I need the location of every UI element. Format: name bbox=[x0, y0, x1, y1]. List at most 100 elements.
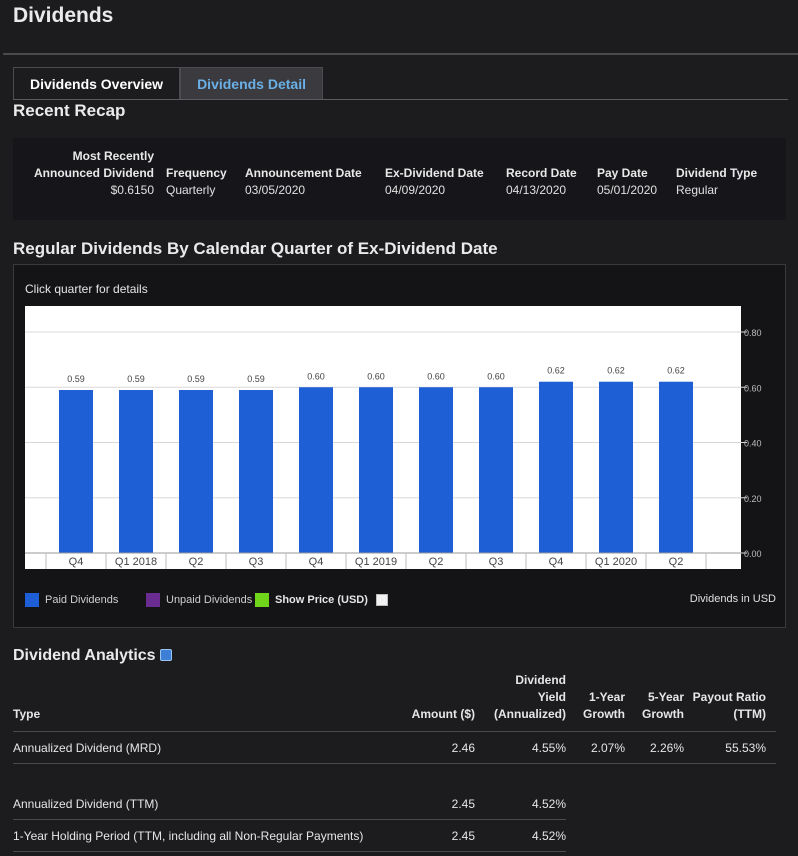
recap-label: Ex-Dividend Date bbox=[385, 166, 484, 180]
recap-col-frequency: Frequency Quarterly bbox=[166, 165, 227, 199]
legend-show-price[interactable]: Show Price (USD) bbox=[255, 593, 388, 607]
header-line: Dividend bbox=[515, 673, 566, 687]
y-tick-label: 0.80 bbox=[744, 328, 762, 338]
table-row: 1-Year Holding Period (TTM, including al… bbox=[13, 819, 776, 852]
page-title: Dividends bbox=[13, 4, 114, 27]
data-label: 0.62 bbox=[547, 366, 565, 376]
bar bbox=[479, 387, 513, 553]
cell-type: Annualized Dividend (MRD) bbox=[13, 731, 408, 764]
bar bbox=[419, 387, 453, 553]
dividend-bar-chart: 0.80 0.60 0.40 0.20 0.00 0.59 0.59 0.59 0.59 0.60… bbox=[25, 306, 762, 569]
dividend-analytics-heading: Dividend Analytics bbox=[13, 647, 172, 665]
x-tick-label: Q4 bbox=[309, 556, 324, 568]
bar bbox=[299, 387, 333, 553]
y-tick-label: 0.60 bbox=[744, 383, 762, 393]
paid-dividends-swatch bbox=[25, 593, 39, 607]
header-line: Payout Ratio bbox=[692, 690, 766, 704]
x-tick-label: Q3 bbox=[489, 556, 504, 568]
cell-5yr-growth: 2.26% bbox=[625, 731, 684, 764]
recap-value: 04/13/2020 bbox=[506, 183, 567, 197]
tab-divider bbox=[13, 99, 788, 100]
data-label: 0.59 bbox=[127, 374, 145, 384]
analytics-title-text: Dividend Analytics bbox=[13, 647, 156, 664]
cell-amount: 2.46 bbox=[408, 731, 475, 764]
chart-section-heading: Regular Dividends By Calendar Quarter of… bbox=[13, 239, 498, 258]
header-line: 1-Year bbox=[588, 690, 625, 704]
bar bbox=[179, 390, 213, 553]
cell-payout-ratio: 55.53% bbox=[684, 731, 776, 764]
cell-type: 1-Year Holding Period (TTM, including al… bbox=[13, 819, 408, 852]
header-line: Growth bbox=[583, 707, 625, 721]
data-label: 0.59 bbox=[67, 374, 85, 384]
legend-unpaid-dividends[interactable]: Unpaid Dividends bbox=[146, 593, 252, 607]
data-label: 0.60 bbox=[307, 371, 325, 381]
header-line: Amount ($) bbox=[411, 707, 475, 721]
bar bbox=[359, 387, 393, 553]
show-price-checkbox[interactable] bbox=[375, 594, 388, 606]
cell-amount: 2.45 bbox=[408, 788, 475, 820]
x-tick-label: Q4 bbox=[549, 556, 564, 568]
table-row: Annualized Dividend (TTM) 2.45 4.52% bbox=[13, 788, 776, 820]
legend-label: Paid Dividends bbox=[45, 594, 119, 606]
header-line: Yield bbox=[537, 690, 566, 704]
recap-value: Quarterly bbox=[166, 183, 216, 197]
recent-recap-heading: Recent Recap bbox=[13, 101, 126, 120]
info-icon[interactable] bbox=[159, 648, 172, 661]
legend-paid-dividends[interactable]: Paid Dividends bbox=[25, 593, 118, 607]
table-header-row: Type Amount ($) Dividend Yield (Annualiz… bbox=[13, 672, 776, 732]
show-price-swatch bbox=[255, 593, 269, 607]
recap-col-announcement-date: Announcement Date 03/05/2020 bbox=[245, 165, 362, 199]
cell-amount: 2.45 bbox=[408, 819, 475, 852]
recap-value: $0.6150 bbox=[110, 183, 154, 197]
bar bbox=[239, 390, 273, 553]
data-label: 0.59 bbox=[187, 374, 205, 384]
tab-dividends-detail[interactable]: Dividends Detail bbox=[180, 67, 323, 99]
cell-type: Annualized Dividend (TTM) bbox=[13, 788, 408, 820]
tab-dividends-overview[interactable]: Dividends Overview bbox=[13, 67, 181, 99]
recap-label: Most Recently bbox=[72, 149, 154, 163]
currency-note: Dividends in USD bbox=[689, 593, 776, 605]
recap-col-ex-dividend-date: Ex-Dividend Date 04/09/2020 bbox=[385, 165, 484, 199]
legend-label: Show Price (USD) bbox=[275, 594, 368, 606]
data-label: 0.60 bbox=[367, 371, 385, 381]
title-divider bbox=[3, 53, 798, 55]
recap-label: Frequency bbox=[166, 166, 227, 180]
data-label: 0.60 bbox=[487, 371, 505, 381]
x-tick-label: Q1 2019 bbox=[355, 556, 397, 568]
header-line: Type bbox=[13, 707, 41, 721]
col-header-payout-ratio: Payout Ratio (TTM) bbox=[684, 672, 776, 732]
recap-label: Announcement Date bbox=[245, 166, 362, 180]
tab-bar: Dividends Overview Dividends Detail bbox=[13, 67, 323, 99]
cell-yield: 4.52% bbox=[475, 788, 566, 820]
header-line: (Annualized) bbox=[494, 707, 566, 721]
recap-label: Record Date bbox=[506, 166, 577, 180]
recap-label: Pay Date bbox=[597, 166, 648, 180]
bar bbox=[59, 390, 93, 553]
dividend-chart-panel: Click quarter for details 0.80 0.60 0.40 0.… bbox=[13, 264, 786, 628]
dividend-analytics-table: Type Amount ($) Dividend Yield (Annualiz… bbox=[13, 672, 776, 852]
y-tick-label: 0.20 bbox=[744, 494, 762, 504]
cell-yield: 4.52% bbox=[475, 819, 566, 852]
col-header-type: Type bbox=[13, 672, 408, 732]
y-tick-label: 0.40 bbox=[744, 439, 762, 449]
x-tick-label: Q1 2018 bbox=[115, 556, 157, 568]
y-tick-label: 0.00 bbox=[744, 549, 762, 559]
table-spacer-row bbox=[13, 763, 776, 788]
x-tick-label: Q4 bbox=[69, 556, 84, 568]
col-header-amount: Amount ($) bbox=[408, 672, 475, 732]
legend-label: Unpaid Dividends bbox=[166, 594, 253, 606]
x-tick-label: Q1 2020 bbox=[595, 556, 637, 568]
x-tick-label: Q2 bbox=[189, 556, 204, 568]
header-line: (TTM) bbox=[733, 707, 766, 721]
header-line: Growth bbox=[642, 707, 684, 721]
unpaid-dividends-swatch bbox=[146, 593, 160, 607]
recap-col-dividend-type: Dividend Type Regular bbox=[676, 165, 757, 199]
x-tick-label: Q2 bbox=[669, 556, 684, 568]
header-line: 5-Year bbox=[647, 690, 684, 704]
col-header-5yr-growth: 5-Year Growth bbox=[625, 672, 684, 732]
recap-col-announced-dividend: Most Recently Announced Dividend $0.6150 bbox=[34, 148, 154, 199]
recap-value: 05/01/2020 bbox=[597, 183, 658, 197]
data-label: 0.62 bbox=[667, 366, 685, 376]
recap-value: 04/09/2020 bbox=[385, 183, 446, 197]
bar bbox=[659, 381, 693, 553]
